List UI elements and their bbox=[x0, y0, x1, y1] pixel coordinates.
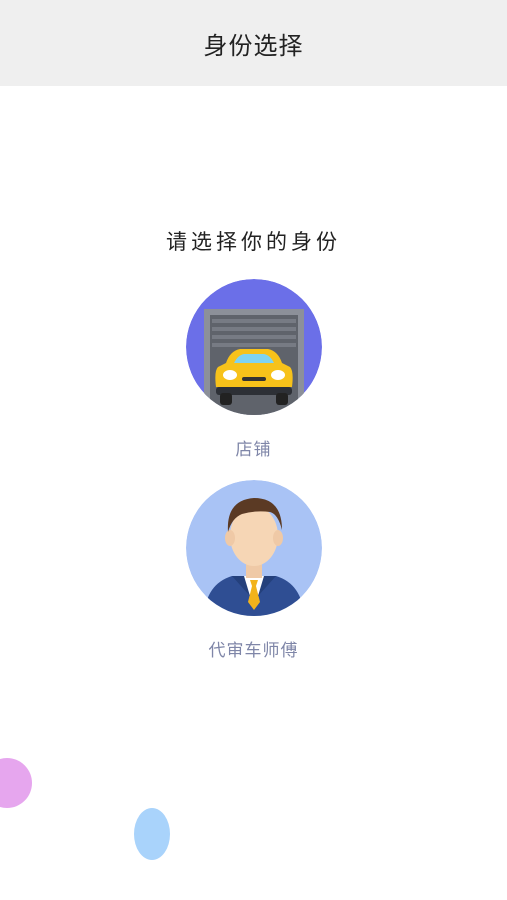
decorative-bubble-purple bbox=[0, 758, 32, 808]
man-in-suit-icon[interactable] bbox=[185, 480, 322, 616]
identity-select-screen: 身份选择 请选择你的身份 店铺 代审车师傅 bbox=[0, 0, 507, 900]
role-label-shop[interactable]: 店铺 bbox=[236, 435, 272, 460]
role-option-shop[interactable]: 店铺 bbox=[0, 279, 507, 460]
garage-car-icon[interactable] bbox=[185, 279, 322, 415]
role-option-driver[interactable]: 代审车师傅 bbox=[0, 480, 507, 661]
select-identity-prompt: 请选择你的身份 bbox=[166, 230, 341, 254]
decorative-bubble-blue bbox=[134, 808, 170, 860]
page-title: 身份选择 bbox=[203, 31, 304, 60]
role-label-driver[interactable]: 代审车师傅 bbox=[209, 636, 299, 661]
nav-bar: 身份选择 bbox=[0, 0, 507, 86]
